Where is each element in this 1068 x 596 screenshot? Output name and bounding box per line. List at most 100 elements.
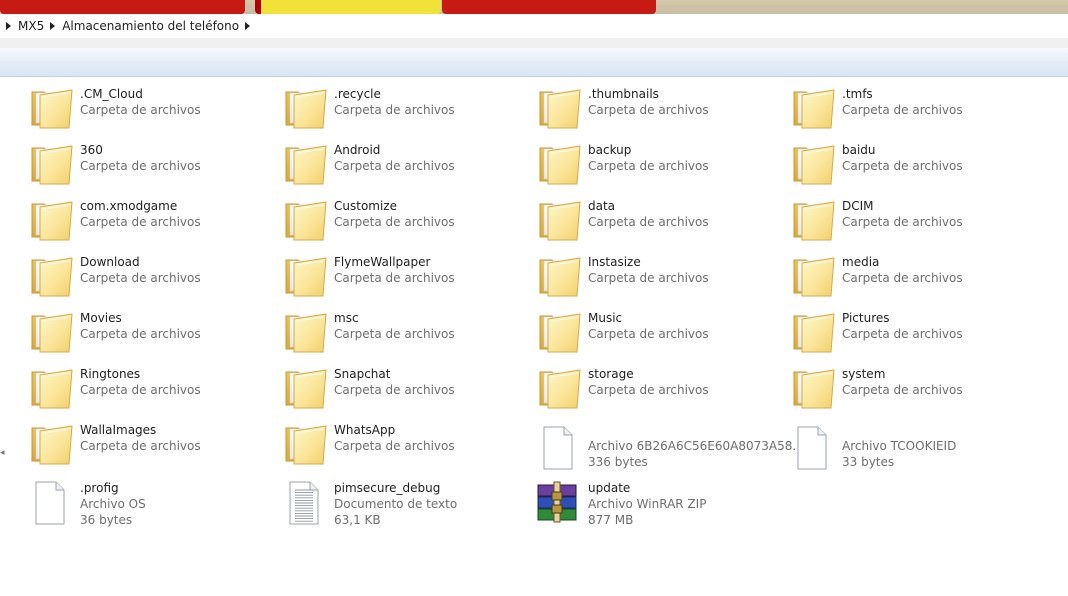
scroll-marker: ◂ <box>0 448 5 458</box>
item-name: .CM_Cloud <box>80 87 143 101</box>
item-type: Archivo OS <box>80 497 146 511</box>
item-name: WhatsApp <box>334 423 396 437</box>
folder-item[interactable]: Movies Carpeta de archivos <box>26 307 276 357</box>
item-name: .thumbnails <box>588 87 659 101</box>
item-name: Download <box>80 255 140 269</box>
item-type: Carpeta de archivos <box>80 159 201 173</box>
folder-icon <box>280 195 328 243</box>
folder-item[interactable]: Android Carpeta de archivos <box>280 139 530 189</box>
item-type: Carpeta de archivos <box>588 271 709 285</box>
item-name: Pictures <box>842 311 890 325</box>
folder-item[interactable]: Snapchat Carpeta de archivos <box>280 363 530 413</box>
item-type: Documento de texto <box>334 497 458 511</box>
folder-item[interactable]: FlymeWallpaper Carpeta de archivos <box>280 251 530 301</box>
item-type: Archivo WinRAR ZIP <box>588 497 707 511</box>
item-name: update <box>588 481 631 495</box>
item-type: Archivo TCOOKIEID <box>842 439 957 453</box>
item-name: .recycle <box>334 87 381 101</box>
taskbar-tab[interactable] <box>442 0 656 14</box>
item-name: backup <box>588 143 632 157</box>
separator-bar <box>0 38 1068 48</box>
item-type: Carpeta de archivos <box>588 215 709 229</box>
command-toolbar <box>0 48 1068 77</box>
item-size: 36 bytes <box>80 513 133 527</box>
item-type: Carpeta de archivos <box>588 159 709 173</box>
address-bar[interactable]: MX5 Almacenamiento del teléfono <box>0 14 1068 39</box>
breadcrumb-storage[interactable]: Almacenamiento del teléfono <box>62 19 239 33</box>
folder-item[interactable]: .recycle Carpeta de archivos <box>280 83 530 133</box>
chevron-right-icon[interactable] <box>6 22 11 30</box>
folder-icon <box>280 139 328 187</box>
item-type: Archivo 6B26A6C56E60A8073A58... <box>588 439 804 453</box>
folder-icon <box>26 195 74 243</box>
item-name: media <box>842 255 880 269</box>
item-name: baidu <box>842 143 876 157</box>
blank-file-icon <box>788 423 836 471</box>
item-name: Instasize <box>588 255 641 269</box>
taskbar-strip <box>0 0 1068 14</box>
file-item[interactable]: .profig Archivo OS 36 bytes <box>26 478 276 528</box>
breadcrumb-device[interactable]: MX5 <box>18 19 44 33</box>
folder-icon <box>280 251 328 299</box>
winrar-archive-icon <box>534 478 582 526</box>
item-name: com.xmodgame <box>80 199 178 213</box>
folder-item[interactable]: msc Carpeta de archivos <box>280 307 530 357</box>
folder-item[interactable]: baidu Carpeta de archivos <box>788 139 1038 189</box>
item-size: 63,1 KB <box>334 513 381 527</box>
folder-item[interactable]: data Carpeta de archivos <box>534 195 784 245</box>
folder-icon <box>788 363 836 411</box>
taskbar-tab[interactable] <box>0 0 245 14</box>
folder-item[interactable]: Instasize Carpeta de archivos <box>534 251 784 301</box>
file-item[interactable]: update Archivo WinRAR ZIP 877 MB <box>534 478 784 528</box>
item-type: Carpeta de archivos <box>80 327 201 341</box>
folder-icon <box>280 83 328 131</box>
folder-icon <box>26 419 74 467</box>
item-name: data <box>588 199 616 213</box>
item-type: Carpeta de archivos <box>80 439 201 453</box>
folder-item[interactable]: 360 Carpeta de archivos <box>26 139 276 189</box>
folder-item[interactable]: Download Carpeta de archivos <box>26 251 276 301</box>
item-type: Carpeta de archivos <box>588 103 709 117</box>
folder-item[interactable]: media Carpeta de archivos <box>788 251 1038 301</box>
item-type: Carpeta de archivos <box>842 215 963 229</box>
folder-icon <box>26 139 74 187</box>
item-name: Ringtones <box>80 367 141 381</box>
folder-item[interactable]: system Carpeta de archivos <box>788 363 1038 413</box>
folder-icon <box>26 83 74 131</box>
folder-icon <box>534 83 582 131</box>
folder-item[interactable]: .tmfs Carpeta de archivos <box>788 83 1038 133</box>
item-type: Carpeta de archivos <box>588 383 709 397</box>
item-type: Carpeta de archivos <box>842 383 963 397</box>
folder-item[interactable]: storage Carpeta de archivos <box>534 363 784 413</box>
item-name: system <box>842 367 886 381</box>
folder-item[interactable]: com.xmodgame Carpeta de archivos <box>26 195 276 245</box>
chevron-right-icon[interactable] <box>50 22 56 30</box>
folder-item[interactable]: .CM_Cloud Carpeta de archivos <box>26 83 276 133</box>
item-type: Carpeta de archivos <box>842 271 963 285</box>
folder-item[interactable]: WallaImages Carpeta de archivos <box>26 419 276 469</box>
item-type: Carpeta de archivos <box>842 159 963 173</box>
file-item[interactable]: Archivo 6B26A6C56E60A8073A58... 336 bytes <box>534 423 804 473</box>
file-item[interactable]: pimsecure_debug Documento de texto 63,1 KB <box>280 478 530 528</box>
chevron-right-icon[interactable] <box>245 22 251 30</box>
folder-icon <box>788 195 836 243</box>
folder-icon <box>788 139 836 187</box>
folder-item[interactable]: Customize Carpeta de archivos <box>280 195 530 245</box>
folder-icon <box>26 251 74 299</box>
item-name: storage <box>588 367 634 381</box>
folder-icon <box>280 363 328 411</box>
folder-item[interactable]: WhatsApp Carpeta de archivos <box>280 419 530 469</box>
folder-icon <box>534 139 582 187</box>
taskbar-tab[interactable] <box>255 0 441 14</box>
folder-item[interactable]: Pictures Carpeta de archivos <box>788 307 1038 357</box>
folder-item[interactable]: Ringtones Carpeta de archivos <box>26 363 276 413</box>
item-type: Carpeta de archivos <box>80 271 201 285</box>
folder-item[interactable]: Music Carpeta de archivos <box>534 307 784 357</box>
file-item[interactable]: Archivo TCOOKIEID 33 bytes <box>788 423 1038 473</box>
folder-item[interactable]: .thumbnails Carpeta de archivos <box>534 83 784 133</box>
folder-item[interactable]: backup Carpeta de archivos <box>534 139 784 189</box>
item-name: Snapchat <box>334 367 391 381</box>
item-size: 877 MB <box>588 513 634 527</box>
item-name: WallaImages <box>80 423 157 437</box>
folder-item[interactable]: DCIM Carpeta de archivos <box>788 195 1038 245</box>
